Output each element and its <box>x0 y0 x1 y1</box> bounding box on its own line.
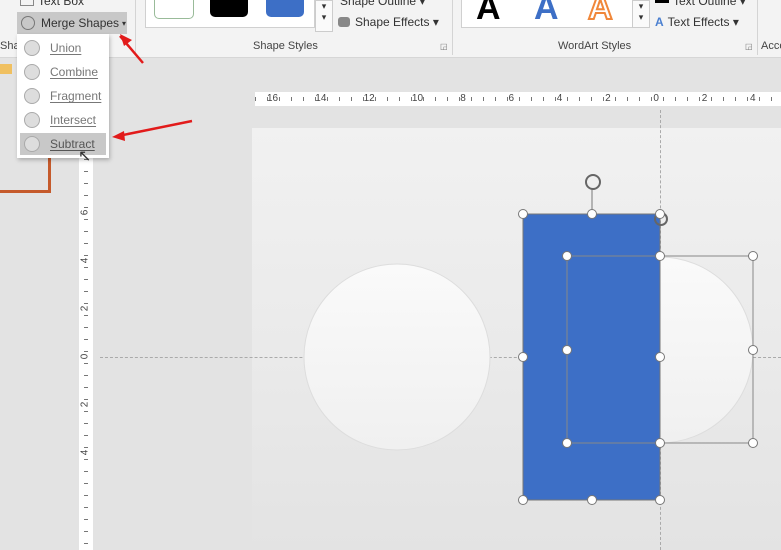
resize-handle[interactable] <box>655 352 665 362</box>
combine-icon <box>24 64 40 80</box>
resize-handle[interactable] <box>748 345 758 355</box>
union-icon <box>24 40 40 56</box>
resize-handle[interactable] <box>518 352 528 362</box>
circle-shape-left[interactable] <box>303 263 491 451</box>
intersect-icon <box>24 112 40 128</box>
merge-menu-item-intersect[interactable]: Intersect <box>20 109 106 131</box>
merge-menu-item-fragment[interactable]: Fragment <box>20 85 106 107</box>
menu-item-label: Fragment <box>50 89 102 103</box>
resize-handle[interactable] <box>562 251 572 261</box>
resize-handle[interactable] <box>655 438 665 448</box>
menu-item-label: Combine <box>50 65 99 79</box>
subtract-icon <box>24 136 40 152</box>
red-arrow-annotation <box>117 119 193 138</box>
merge-menu-item-union[interactable]: Union <box>20 37 106 59</box>
merge-menu-item-combine[interactable]: Combine <box>20 61 106 83</box>
resize-handle[interactable] <box>587 209 597 219</box>
resize-handle[interactable] <box>518 495 528 505</box>
menu-item-label: Union <box>50 41 82 55</box>
mouse-cursor-icon: ↖ <box>78 148 92 165</box>
resize-handle[interactable] <box>748 438 758 448</box>
resize-handle[interactable] <box>748 251 758 261</box>
resize-handle[interactable] <box>655 209 665 219</box>
menu-item-label: Intersect <box>50 113 97 127</box>
resize-handle[interactable] <box>587 495 597 505</box>
shapes-layer <box>112 34 754 501</box>
resize-handle[interactable] <box>518 209 528 219</box>
merge-menu-item-subtract[interactable]: Subtract <box>20 133 106 155</box>
resize-handle[interactable] <box>655 251 665 261</box>
rectangle-shape[interactable] <box>523 214 660 500</box>
resize-handle[interactable] <box>655 495 665 505</box>
resize-handle[interactable] <box>562 438 572 448</box>
resize-handle[interactable] <box>562 345 572 355</box>
fragment-icon <box>24 88 40 104</box>
